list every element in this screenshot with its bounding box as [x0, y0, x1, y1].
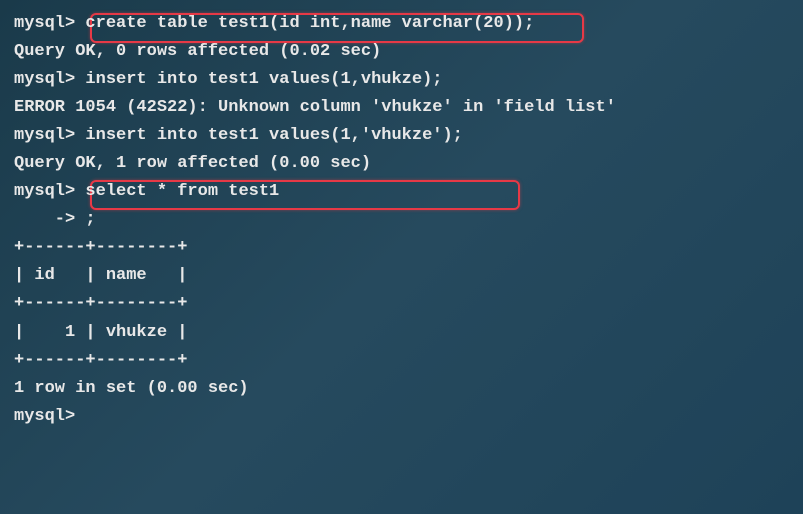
cont-prompt: -> [14, 210, 75, 229]
terminal-line: -> ; [14, 206, 789, 234]
terminal-line: mysql> select * from test1 [14, 178, 789, 206]
prompt: mysql> [14, 14, 75, 33]
command-text: ; [75, 210, 95, 229]
command-text: insert into test1 values(1,'vhukze'); [75, 126, 463, 145]
terminal-line: ERROR 1054 (42S22): Unknown column 'vhuk… [14, 94, 789, 122]
terminal-line: mysql> insert into test1 values(1,'vhukz… [14, 122, 789, 150]
command-text: select * from test1 [75, 182, 279, 201]
terminal-line: mysql> create table test1(id int,name va… [14, 10, 789, 38]
prompt: mysql> [14, 126, 75, 145]
table-border: +------+--------+ [14, 290, 789, 318]
table-border: +------+--------+ [14, 234, 789, 262]
terminal-output: mysql> create table test1(id int,name va… [14, 10, 789, 431]
terminal-line: 1 row in set (0.00 sec) [14, 375, 789, 403]
terminal-line: mysql> [14, 403, 789, 431]
table-header: | id | name | [14, 262, 789, 290]
command-text: insert into test1 values(1,vhukze); [75, 70, 442, 89]
table-row: | 1 | vhukze | [14, 319, 789, 347]
prompt: mysql> [14, 182, 75, 201]
command-text: create table test1(id int,name varchar(2… [75, 14, 534, 33]
terminal-line: mysql> insert into test1 values(1,vhukze… [14, 66, 789, 94]
table-border: +------+--------+ [14, 347, 789, 375]
terminal-line: Query OK, 0 rows affected (0.02 sec) [14, 38, 789, 66]
prompt: mysql> [14, 70, 75, 89]
terminal-line: Query OK, 1 row affected (0.00 sec) [14, 150, 789, 178]
